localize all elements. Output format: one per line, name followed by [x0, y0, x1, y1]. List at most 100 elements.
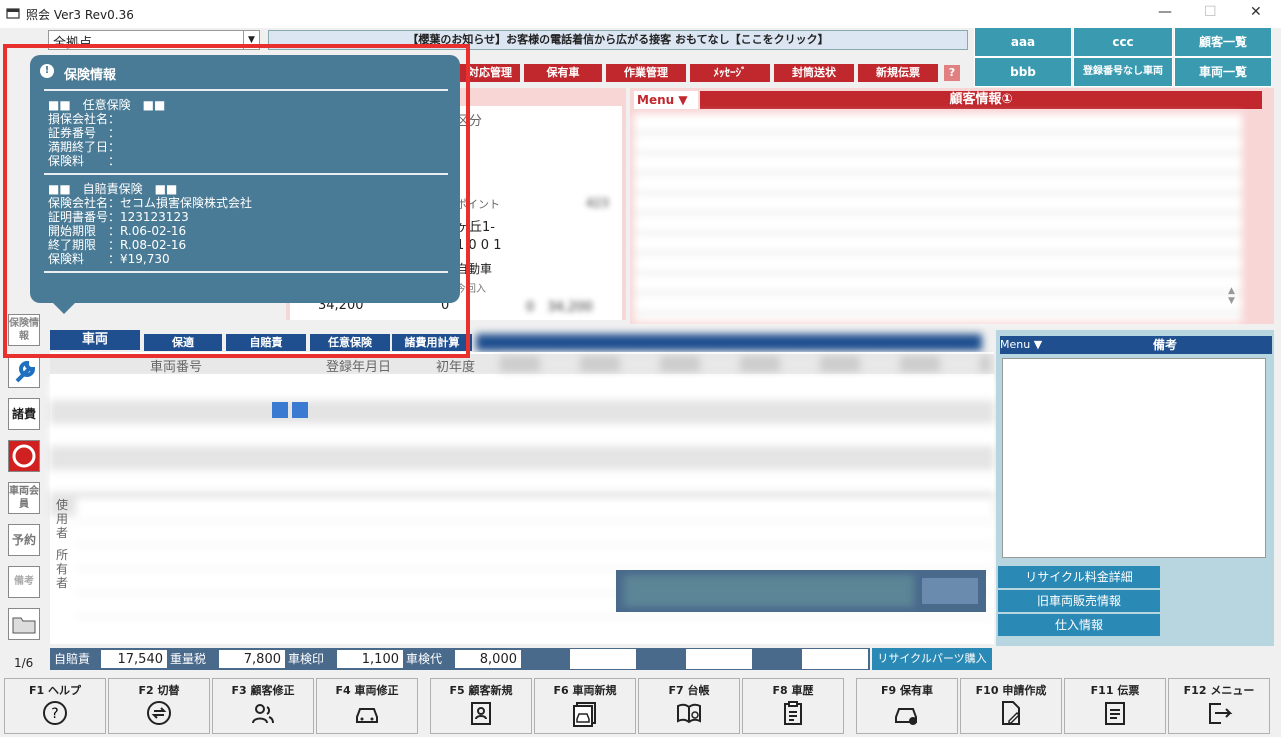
- right-panel: Menu ▼ 備考 リサイクル料金詳細 旧車両販売情報 仕入情報: [996, 330, 1274, 646]
- fkey-10-button[interactable]: F10 申請作成: [960, 678, 1062, 734]
- car-icon: [317, 699, 417, 727]
- customer-info-title: 顧客情報①: [700, 91, 1262, 109]
- fkey-label: F9 保有車: [881, 684, 933, 697]
- vehicle-list-button[interactable]: 車両一覧: [1174, 57, 1272, 87]
- contact-icon: [431, 699, 531, 727]
- cost-label-inspection-fee: 車検代: [406, 652, 443, 666]
- point-value: 423: [586, 196, 609, 210]
- fkey-11-button[interactable]: F11 伝票: [1064, 678, 1166, 734]
- notification-toast[interactable]: [616, 570, 986, 612]
- cost-value-jibaiseki[interactable]: 17,540: [100, 649, 168, 669]
- notes-textarea[interactable]: [1002, 358, 1266, 558]
- fkey-label: F2 切替: [138, 684, 180, 697]
- vehicle-member-button[interactable]: 車両会員: [8, 482, 40, 514]
- fkey-1-button[interactable]: F1 ヘルプ?: [4, 678, 106, 734]
- folder-button[interactable]: [8, 608, 40, 640]
- wrench-button[interactable]: [8, 356, 40, 388]
- folder-icon: [12, 617, 36, 634]
- highlight-box: [3, 44, 470, 358]
- notes-title: 備考: [1058, 336, 1272, 354]
- car-lock-icon: [857, 699, 957, 727]
- file-edit-icon: [961, 699, 1061, 727]
- fkey-label: F4 車両修正: [335, 684, 399, 697]
- fkey-4-button[interactable]: F4 車両修正: [316, 678, 418, 734]
- maximize-button[interactable]: ☐: [1204, 4, 1217, 20]
- switch-icon: [109, 699, 209, 727]
- label-user: 使用者: [56, 498, 69, 540]
- tab-new-slip[interactable]: 新規伝票: [858, 64, 938, 82]
- customer-info-panel: Menu ▼ 顧客情報① ▲ ▼: [630, 88, 1274, 324]
- fkey-2-button[interactable]: F2 切替: [108, 678, 210, 734]
- aaa-button[interactable]: aaa: [974, 27, 1072, 57]
- help-icon: ?: [5, 699, 105, 727]
- fkey-label: F7 台帳: [668, 684, 710, 697]
- cost-label-inspection-stamp: 車検印: [288, 652, 325, 666]
- fkey-label: F11 伝票: [1090, 684, 1140, 697]
- fkey-label: F12 メニュー: [1183, 684, 1255, 697]
- fkey-9-button[interactable]: F9 保有車: [856, 678, 958, 734]
- field-total: 0 34,200: [526, 300, 593, 315]
- reservation-button[interactable]: 予約: [8, 524, 40, 556]
- fkey-5-button[interactable]: F5 顧客新規: [430, 678, 532, 734]
- header-reg-date: 登録年月日: [326, 360, 392, 375]
- receipt-icon: [1065, 699, 1165, 727]
- fkey-label: F10 申請作成: [975, 684, 1047, 697]
- minimize-button[interactable]: —: [1158, 4, 1172, 20]
- app-icon: [6, 7, 20, 19]
- tab-work-management[interactable]: 作業管理: [606, 64, 686, 82]
- header-plate: 車両番号: [150, 360, 203, 375]
- clipboard-icon: [743, 699, 843, 727]
- customer-info-grid: [634, 114, 1242, 322]
- help-question-button[interactable]: ?: [944, 65, 960, 81]
- users-icon: [213, 699, 313, 727]
- svg-text:?: ?: [51, 706, 58, 722]
- label-owner: 所有者: [56, 548, 69, 590]
- tab-owned-vehicles[interactable]: 保有車: [524, 64, 602, 82]
- customer-scrollbar[interactable]: ▲ ▼: [1228, 286, 1242, 320]
- customer-menu-button[interactable]: Menu ▼: [634, 91, 698, 109]
- fkey-3-button[interactable]: F3 顧客修正: [212, 678, 314, 734]
- cost-label-jibaiseki: 自賠責: [54, 652, 91, 666]
- cost-bar: 自賠責 17,540 重量税 7,800 車検印 1,100 車検代 8,000: [50, 648, 870, 670]
- fkey-label: F6 車両新規: [553, 684, 617, 697]
- fkey-6-button[interactable]: F6 車両新規: [534, 678, 636, 734]
- cost-value-inspection-fee[interactable]: 8,000: [454, 649, 522, 669]
- fkey-label: F1 ヘルプ: [29, 684, 81, 697]
- toast-action-button[interactable]: [922, 578, 978, 604]
- notes-menu-button[interactable]: Menu ▼: [1000, 336, 1058, 354]
- vehicle-grid: 車両番号 登録年月日 初年度 使用者 所有者: [50, 352, 994, 644]
- cost-label-weight-tax: 重量税: [170, 652, 207, 666]
- notes-button[interactable]: 備考: [8, 566, 40, 598]
- fkey-7-button[interactable]: F7 台帳: [638, 678, 740, 734]
- header-first-year: 初年度: [436, 360, 476, 375]
- old-vehicle-sales-button[interactable]: 旧車両販売情報: [998, 590, 1160, 612]
- info-icon[interactable]: [292, 402, 308, 418]
- tab-envelope[interactable]: 封筒送状: [774, 64, 854, 82]
- fkey-12-button[interactable]: F12 メニュー: [1168, 678, 1270, 734]
- fkey-8-button[interactable]: F8 車歴: [742, 678, 844, 734]
- fkey-label: F3 顧客修正: [231, 684, 295, 697]
- no-plate-vehicle-button[interactable]: 登録番号なし車両: [1073, 57, 1173, 87]
- window-title: 照会 Ver3 Rev0.36: [26, 8, 134, 22]
- tab-message[interactable]: ﾒｯｾｰｼﾞ: [690, 64, 770, 82]
- exit-icon: [1169, 699, 1269, 727]
- ccc-button[interactable]: ccc: [1073, 27, 1173, 57]
- close-button[interactable]: ✕: [1250, 4, 1262, 20]
- add-icon[interactable]: [272, 402, 288, 418]
- cost-value-weight-tax[interactable]: 7,800: [218, 649, 286, 669]
- recycle-parts-button[interactable]: リサイクルパーツ購入: [872, 648, 992, 670]
- page-indicator: 1/6: [14, 656, 34, 670]
- recycle-fee-button[interactable]: リサイクル料金詳細: [998, 566, 1160, 588]
- purchase-info-button[interactable]: 仕入情報: [998, 614, 1160, 636]
- fkey-label: F8 車歴: [772, 684, 814, 697]
- tab-more[interactable]: [476, 334, 982, 351]
- emblem-button[interactable]: [8, 440, 40, 472]
- customer-list-button[interactable]: 顧客一覧: [1174, 27, 1272, 57]
- book-icon: [639, 699, 739, 727]
- fkey-label: F5 顧客新規: [449, 684, 513, 697]
- title-bar: 照会 Ver3 Rev0.36 — ☐ ✕: [0, 0, 1281, 28]
- cost-value-inspection-stamp[interactable]: 1,100: [336, 649, 404, 669]
- car-new-icon: [535, 699, 635, 727]
- cost-button[interactable]: 諸費: [8, 398, 40, 430]
- bbb-button[interactable]: bbb: [974, 57, 1072, 87]
